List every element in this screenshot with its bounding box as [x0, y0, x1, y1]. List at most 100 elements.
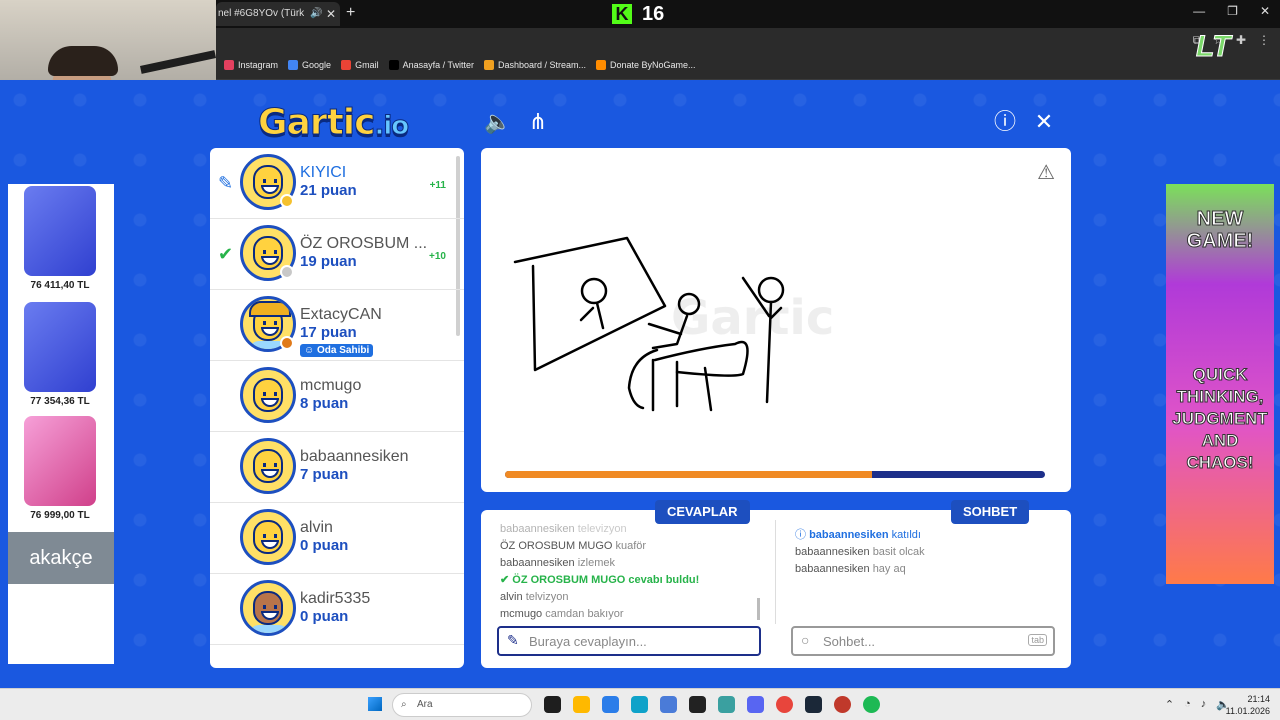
chat-input[interactable] [823, 632, 1023, 650]
settings-icon[interactable] [718, 696, 735, 713]
wifi-icon[interactable]: ◔ [1184, 698, 1191, 711]
store-icon[interactable] [602, 696, 619, 713]
bookmark-label: Gmail [355, 60, 379, 70]
new-tab-icon[interactable]: + [346, 4, 355, 22]
start-icon[interactable] [368, 697, 382, 711]
player-points-increment: +10 [429, 251, 446, 262]
canvas-watermark: Gartic [671, 290, 834, 346]
chat-user: babaannesiken [795, 546, 870, 558]
share-icon[interactable]: ⋔ [524, 108, 552, 136]
minimize-icon[interactable]: — [1193, 4, 1205, 18]
player-status-dot [280, 336, 294, 350]
chat-text: katıldı [891, 529, 921, 541]
gartic-logo[interactable]: Gartic.io [257, 102, 409, 144]
task-view-icon[interactable] [544, 696, 561, 713]
player-points: 8 puan [300, 395, 349, 412]
answers-list: babaannesiken televizyon ÖZ OROSBUM MUGO … [500, 521, 699, 623]
player-row[interactable]: ✎ KIYICI 21 puan +11 [210, 148, 464, 219]
chat-message: babaannesiken hay aq [795, 561, 925, 578]
player-row[interactable]: kadir5335 0 puan [210, 574, 464, 645]
answer-message: babaannesiken televizyon [500, 521, 699, 538]
mail-icon[interactable] [660, 696, 677, 713]
player-name: alvin [300, 519, 333, 536]
player-points: 7 puan [300, 466, 349, 483]
answer-input-box: ✎ [497, 626, 761, 656]
maximize-icon[interactable]: ❐ [1227, 4, 1238, 18]
answer-message: ✔ ÖZ OROSBUM MUGO cevabı buldu! [500, 574, 700, 586]
ad-product-3[interactable]: 76 999,00 TL [10, 414, 110, 528]
bookmark-item[interactable]: Instagram [224, 60, 278, 70]
steam-icon[interactable] [805, 696, 822, 713]
right-ad-banner[interactable]: NEW GAME! QUICK THINKING, JUDGMENT AND C… [1166, 184, 1274, 584]
answer-input[interactable] [529, 632, 729, 650]
kick-logo-icon: K [612, 4, 632, 24]
ad-product-2[interactable]: 77 354,36 TL [10, 300, 110, 414]
bookmark-item[interactable]: Anasayfa / Twitter [388, 60, 474, 70]
player-row[interactable]: babaannesiken 7 puan [210, 432, 464, 503]
answer-text: izlemek [577, 557, 615, 569]
report-warning-icon[interactable]: ⚠ [1037, 160, 1055, 185]
guessed-check-icon: ✔ [218, 244, 234, 264]
mic-icon[interactable]: ♪ [1201, 698, 1207, 711]
answer-message: ÖZ OROSBUM MUGO kuaför [500, 538, 699, 555]
tray-chevron-icon[interactable]: ⌃ [1165, 698, 1174, 711]
discord-icon[interactable] [747, 696, 764, 713]
chat-user: babaannesiken [809, 529, 889, 541]
tab-audio-icon[interactable]: 🔊 [310, 2, 322, 26]
capcut-icon[interactable] [689, 696, 706, 713]
taskbar-clock[interactable]: 21:14 11.01.2026 [1226, 693, 1270, 717]
answer-user: ÖZ OROSBUM MUGO [500, 540, 613, 552]
player-points: 17 puan [300, 324, 357, 341]
room-owner-badge: ☺ Oda Sahibi [300, 344, 374, 357]
chrome-icon[interactable] [776, 696, 793, 713]
streamer-hair [48, 46, 118, 76]
answer-text: televizyon [577, 523, 627, 535]
ad-product-1[interactable]: 76 411,40 TL [10, 184, 110, 298]
answer-message: mcmugo camdan bakıyor [500, 606, 699, 623]
answer-user: mcmugo [500, 608, 543, 620]
phone-image [24, 302, 96, 392]
left-ad-banner[interactable]: 76 411,40 TL 77 354,36 TL 76 999,00 TL a… [8, 184, 114, 664]
file-explorer-icon[interactable] [573, 696, 590, 713]
drawing-canvas[interactable]: Gartic ⚠ [481, 148, 1071, 492]
info-icon[interactable]: ⓘ [991, 108, 1019, 136]
player-row[interactable]: ExtacyCAN 17 puan ☺ Oda Sahibi [210, 290, 464, 361]
bookmark-item[interactable]: Gmail [341, 60, 379, 70]
chat-tab[interactable]: SOHBET [951, 500, 1030, 524]
windows-taskbar: ⌕ Ara ⌃ ◔ ♪ 🔈 21:14 11.01.2026 [0, 688, 1280, 720]
menu-icon[interactable]: ⋮ [1258, 33, 1270, 48]
ad-price: 76 411,40 TL [30, 280, 90, 291]
bookmark-favicon-icon [388, 60, 399, 70]
close-game-icon[interactable]: ✕ [1030, 108, 1058, 136]
obs-icon[interactable] [834, 696, 851, 713]
phone-image [24, 186, 96, 276]
chat-list: ⓘ babaannesiken katıldı babaannesiken bas… [795, 527, 925, 578]
player-row[interactable]: ✔ ÖZ OROSBUM ... 19 puan +10 [210, 219, 464, 290]
tab-close-icon[interactable]: ✕ [326, 2, 336, 26]
bookmark-item[interactable]: Google [288, 60, 331, 70]
close-window-icon[interactable]: ✕ [1260, 4, 1270, 18]
spotify-icon[interactable] [863, 696, 880, 713]
answers-scrollbar[interactable] [757, 598, 760, 620]
phone-image [24, 416, 96, 506]
sound-icon[interactable]: 🔈 [484, 108, 512, 136]
akakce-logo[interactable]: akakçe [8, 532, 114, 584]
bookmark-item[interactable]: Dashboard / Stream... [483, 60, 586, 70]
gartic-page: Gartic.io 🔈 ⋔ ⓘ ✕ ✎ KIYICI 21 puan +11 ✔ ÖZ O… [0, 80, 1280, 688]
pencil-icon: ✎ [507, 632, 519, 648]
taskbar-search[interactable]: ⌕ Ara [392, 693, 532, 717]
player-points: 21 puan [300, 182, 357, 199]
player-list: ✎ KIYICI 21 puan +11 ✔ ÖZ OROSBUM ... 19 puan +… [210, 148, 464, 668]
round-progress-fill [505, 471, 873, 478]
edge-icon[interactable] [631, 696, 648, 713]
answer-user: ÖZ OROSBUM MUGO [512, 574, 626, 586]
stream-overlay-logo: LT [1196, 30, 1231, 64]
player-row[interactable]: mcmugo 8 puan [210, 361, 464, 432]
bookmark-label: Dashboard / Stream... [497, 60, 586, 70]
browser-tab[interactable]: nel #6G8YOv (Türkçe) - ( 🔊 ✕ [216, 2, 340, 26]
bookmark-item[interactable]: Donate ByNoGame... [596, 60, 696, 70]
answers-chat-panel: CEVAPLAR SOHBET babaannesiken televizyon… [481, 500, 1071, 668]
player-name: babaannesiken [300, 448, 409, 465]
chat-message: ⓘ babaannesiken katıldı [795, 527, 925, 544]
player-row[interactable]: alvin 0 puan [210, 503, 464, 574]
